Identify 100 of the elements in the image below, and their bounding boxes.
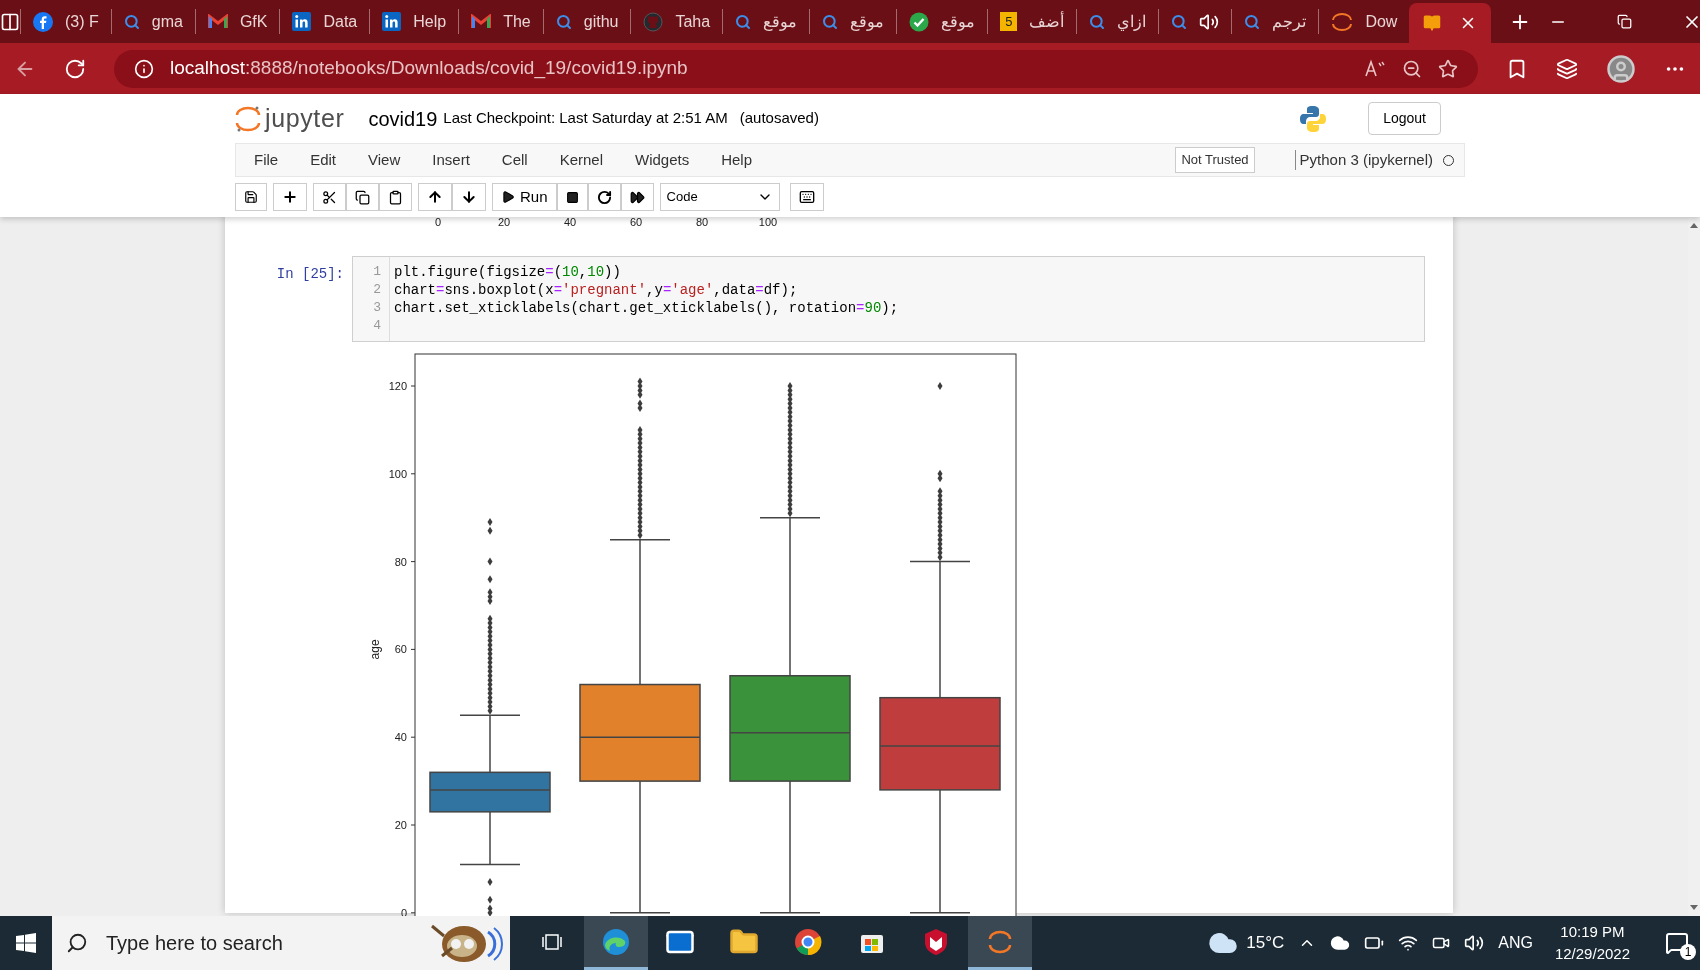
browser-tab[interactable]: Help <box>370 0 459 43</box>
logout-button[interactable]: Logout <box>1368 102 1441 135</box>
line-number: 4 <box>373 317 381 335</box>
trust-indicator[interactable]: Not Trusted <box>1175 147 1255 173</box>
copy-icon <box>355 189 370 205</box>
clock-date[interactable]: 12/29/2022 <box>1554 943 1630 965</box>
wifi-icon[interactable] <box>1398 933 1419 953</box>
browser-tab[interactable]: Dow <box>1319 0 1410 43</box>
insert-cell-button[interactable] <box>273 183 307 211</box>
clock-time[interactable]: 10:19 PM <box>1560 921 1625 943</box>
zoom-out-icon[interactable] <box>1402 58 1422 79</box>
square-logo-icon <box>292 12 312 31</box>
kernel-name: Python 3 (ipykernel) <box>1299 149 1433 170</box>
language-indicator[interactable]: ANG <box>1498 931 1533 955</box>
cell-type-select[interactable]: Code <box>659 183 780 211</box>
round-logo-icon[interactable] <box>794 927 822 956</box>
y-tick: 80 <box>394 555 416 568</box>
cell-prompt: In [25]: <box>275 265 345 284</box>
keyboard-button[interactable] <box>789 183 824 211</box>
arcs-logo-icon[interactable] <box>987 928 1013 955</box>
info-icon[interactable] <box>134 58 154 79</box>
cloud-icon[interactable] <box>1330 933 1351 953</box>
read-aloud-icon[interactable] <box>1364 58 1386 79</box>
outlier-point <box>487 557 493 566</box>
speaker-icon[interactable] <box>1199 11 1220 32</box>
y-tick: 60 <box>394 643 416 656</box>
check-circle-icon <box>909 11 930 32</box>
clipboard-icon <box>388 189 403 205</box>
move-down-button[interactable] <box>452 183 486 211</box>
search-icon <box>822 13 839 30</box>
menu-item[interactable]: File <box>254 148 279 172</box>
menu-item[interactable]: Insert <box>432 148 470 172</box>
wave-logo-icon[interactable] <box>601 926 631 957</box>
envelope-m-icon <box>207 14 228 29</box>
code-line: chart=sns.boxplot(x='pregnant',y='age',data=df); <box>394 281 799 299</box>
menu-item[interactable]: Edit <box>310 148 337 172</box>
cat-logo-icon <box>643 11 664 32</box>
copy-button[interactable] <box>346 183 379 211</box>
cut-button[interactable] <box>313 183 346 211</box>
move-up-button[interactable] <box>418 183 452 211</box>
line-number: 1 <box>373 263 381 281</box>
paste-button[interactable] <box>379 183 412 211</box>
address-field[interactable]: localhost:8888/notebooks/Downloads/covid_19/covid19.ipynb <box>114 49 1478 88</box>
menu-item[interactable]: Widgets <box>635 148 690 172</box>
temperature-text[interactable]: 15°C <box>1246 930 1285 956</box>
upper-whisker <box>459 714 521 774</box>
restore-icon[interactable] <box>1617 14 1633 29</box>
run-all-button[interactable] <box>620 183 654 211</box>
search-icon <box>735 13 752 30</box>
taskbar-search-field[interactable]: Type here to search <box>52 916 510 970</box>
browser-tab[interactable]: (3) F <box>21 0 111 43</box>
jupyter-logo-text[interactable]: jupyter <box>265 99 345 138</box>
browser-tab[interactable]: Taha <box>631 0 723 43</box>
windows-logo-icon[interactable] <box>16 933 36 953</box>
volume-icon[interactable] <box>1464 933 1485 953</box>
stop-icon <box>565 190 579 204</box>
tab-actions-icon[interactable] <box>0 11 20 32</box>
search-icon <box>123 13 140 30</box>
y-tick: 100 <box>388 467 416 480</box>
run-button[interactable]: Run <box>492 183 557 211</box>
jupyter-arcs-icon <box>235 104 261 133</box>
browser-tab[interactable]: موقع <box>810 0 897 43</box>
code-line: chart.set_xticklabels(chart.get_xticklabels(), rotation=90); <box>394 299 899 317</box>
browser-tab[interactable]: GfK <box>195 0 280 43</box>
code-cell[interactable]: 1 2 3 4 plt.figure(figsize=(10,10)) chart=sns.boxplot(x='pregnant',y='age',data=df); chart.set_xticklabels(chart.get_xticklabels(), rotation=90); <box>352 256 1425 342</box>
browser-tab[interactable]: موقع <box>897 0 988 43</box>
play-icon <box>501 190 515 204</box>
menu-item[interactable]: Kernel <box>559 148 603 172</box>
restart-button[interactable] <box>587 183 621 211</box>
add-favorite-icon[interactable] <box>1438 58 1458 79</box>
browser-tab[interactable]: Data <box>280 0 370 43</box>
save-button[interactable] <box>235 183 267 211</box>
plus-icon <box>282 189 298 205</box>
axis-label: age <box>368 639 382 660</box>
y-tick: 40 <box>394 731 416 744</box>
browser-tab[interactable] <box>1409 3 1492 43</box>
browser-tab[interactable]: gma <box>111 0 195 43</box>
browser-tab[interactable]: ترجم <box>1232 0 1319 43</box>
browser-tab[interactable]: موقع <box>723 0 810 43</box>
notebook-name[interactable]: covid19 <box>368 103 438 134</box>
browser-tab[interactable]: githu <box>543 0 631 43</box>
profile-icon[interactable] <box>1606 53 1636 84</box>
search-icon <box>1244 13 1261 30</box>
code-line: plt.figure(figsize=(10,10)) <box>394 263 622 281</box>
browser-tab[interactable]: ازاي <box>1077 0 1159 43</box>
tick-label: 40 <box>562 217 578 230</box>
search-icon <box>1089 13 1106 30</box>
menu-item[interactable]: View <box>368 148 401 172</box>
outlier-point <box>487 575 493 584</box>
menu-item[interactable]: Help <box>721 148 753 172</box>
lower-whisker <box>459 811 521 866</box>
collections-icon[interactable] <box>1556 57 1578 80</box>
browser-tab[interactable]: The <box>459 0 543 43</box>
fast-forward-icon <box>629 189 645 205</box>
search-icon <box>555 13 572 30</box>
stop-button[interactable] <box>556 183 588 211</box>
shield-icon[interactable] <box>923 927 949 956</box>
menu-item[interactable]: Cell <box>501 148 528 172</box>
refresh-icon[interactable] <box>64 57 86 80</box>
tick-label: 60 <box>628 217 644 230</box>
